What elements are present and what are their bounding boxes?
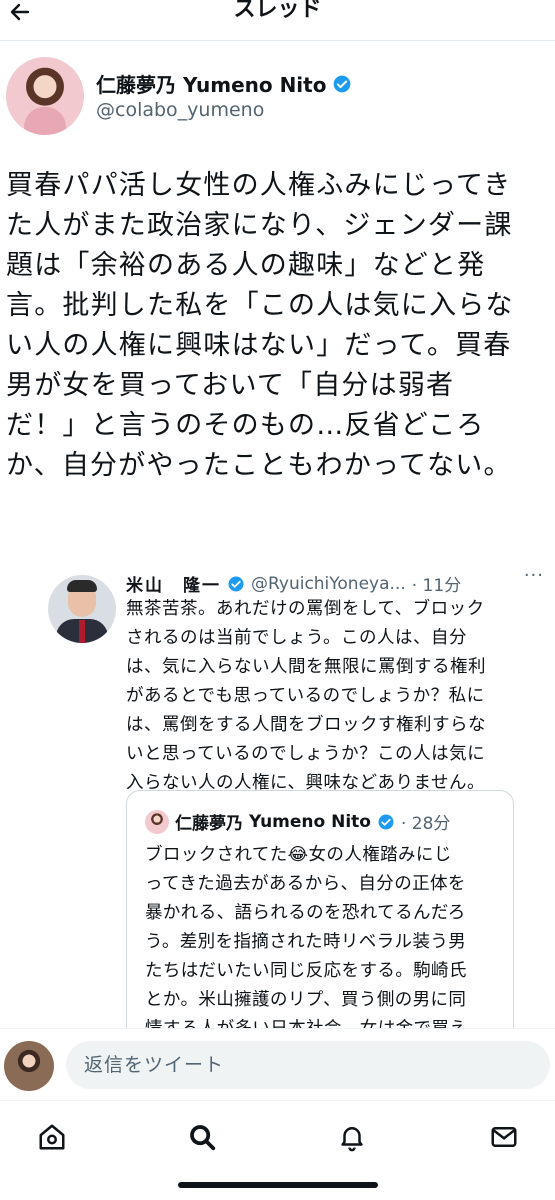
tweet-author[interactable]: 仁藤夢乃 Yumeno Nito @colabo_yumeno — [6, 57, 546, 137]
inner-quote-author-name-en: Yumeno Nito — [249, 811, 371, 832]
nav-home[interactable] — [32, 1117, 72, 1157]
quoted-author-avatar[interactable] — [48, 575, 116, 643]
search-icon — [190, 1125, 216, 1151]
quoted-author-name[interactable]: 米山 隆一 — [126, 571, 221, 596]
verified-badge-icon — [334, 75, 351, 92]
inner-quote-text: ブロックされてた😂女の人権踏みにじ ってきた過去があるから、自分の正体を 暴かれ… — [145, 845, 467, 1039]
inner-quote-time: · 28分 — [400, 814, 451, 834]
mail-icon — [491, 1127, 517, 1147]
home-indicator — [178, 1182, 378, 1188]
bell-icon — [341, 1127, 363, 1152]
quoted-author-handle[interactable]: @RyuichiYoneya... — [251, 574, 406, 594]
nav-notifications[interactable] — [332, 1117, 372, 1157]
reply-input[interactable]: 返信をツイート — [66, 1041, 550, 1089]
quoted-header: 米山 隆一 @RyuichiYoneya... · 11分 — [126, 571, 546, 597]
inner-quote-author-name: 仁藤夢乃 — [175, 814, 243, 834]
author-avatar[interactable] — [6, 57, 84, 135]
home-icon — [39, 1124, 65, 1150]
bottom-nav — [0, 1100, 555, 1173]
user-avatar[interactable] — [4, 1041, 54, 1091]
author-handle[interactable]: @colabo_yumeno — [96, 99, 264, 121]
more-options-icon[interactable]: ··· — [524, 565, 544, 586]
quoted-time: · 11分 — [411, 576, 462, 596]
tweet-text: 買春パパ活し女性の人権ふみにじってき た人がまた政治家になり、ジェンダー課 題は… — [6, 170, 514, 481]
inner-quote-header: 仁藤夢乃 Yumeno Nito · 28分 — [145, 809, 450, 834]
top-header: スレッド — [0, 0, 555, 41]
inner-quote-avatar — [145, 809, 169, 834]
verified-badge-icon — [378, 814, 394, 829]
nav-messages[interactable] — [484, 1117, 524, 1157]
reply-bar: 返信をツイート — [0, 1028, 555, 1101]
quoted-text: 無茶苦茶。あれだけの罵倒をして、ブロック されるのは当前でしょう。この人は、自分… — [126, 599, 486, 793]
verified-badge-icon — [228, 576, 244, 591]
nav-search[interactable] — [182, 1117, 222, 1157]
inner-quote-card[interactable]: 仁藤夢乃 Yumeno Nito · 28分 ブロックされてた😂女の人権踏みにじ… — [126, 790, 514, 1052]
author-name-line[interactable]: 仁藤夢乃 Yumeno Nito — [96, 69, 352, 98]
author-name: 仁藤夢乃 Yumeno Nito — [96, 73, 327, 97]
page-title: スレッド — [233, 0, 322, 22]
